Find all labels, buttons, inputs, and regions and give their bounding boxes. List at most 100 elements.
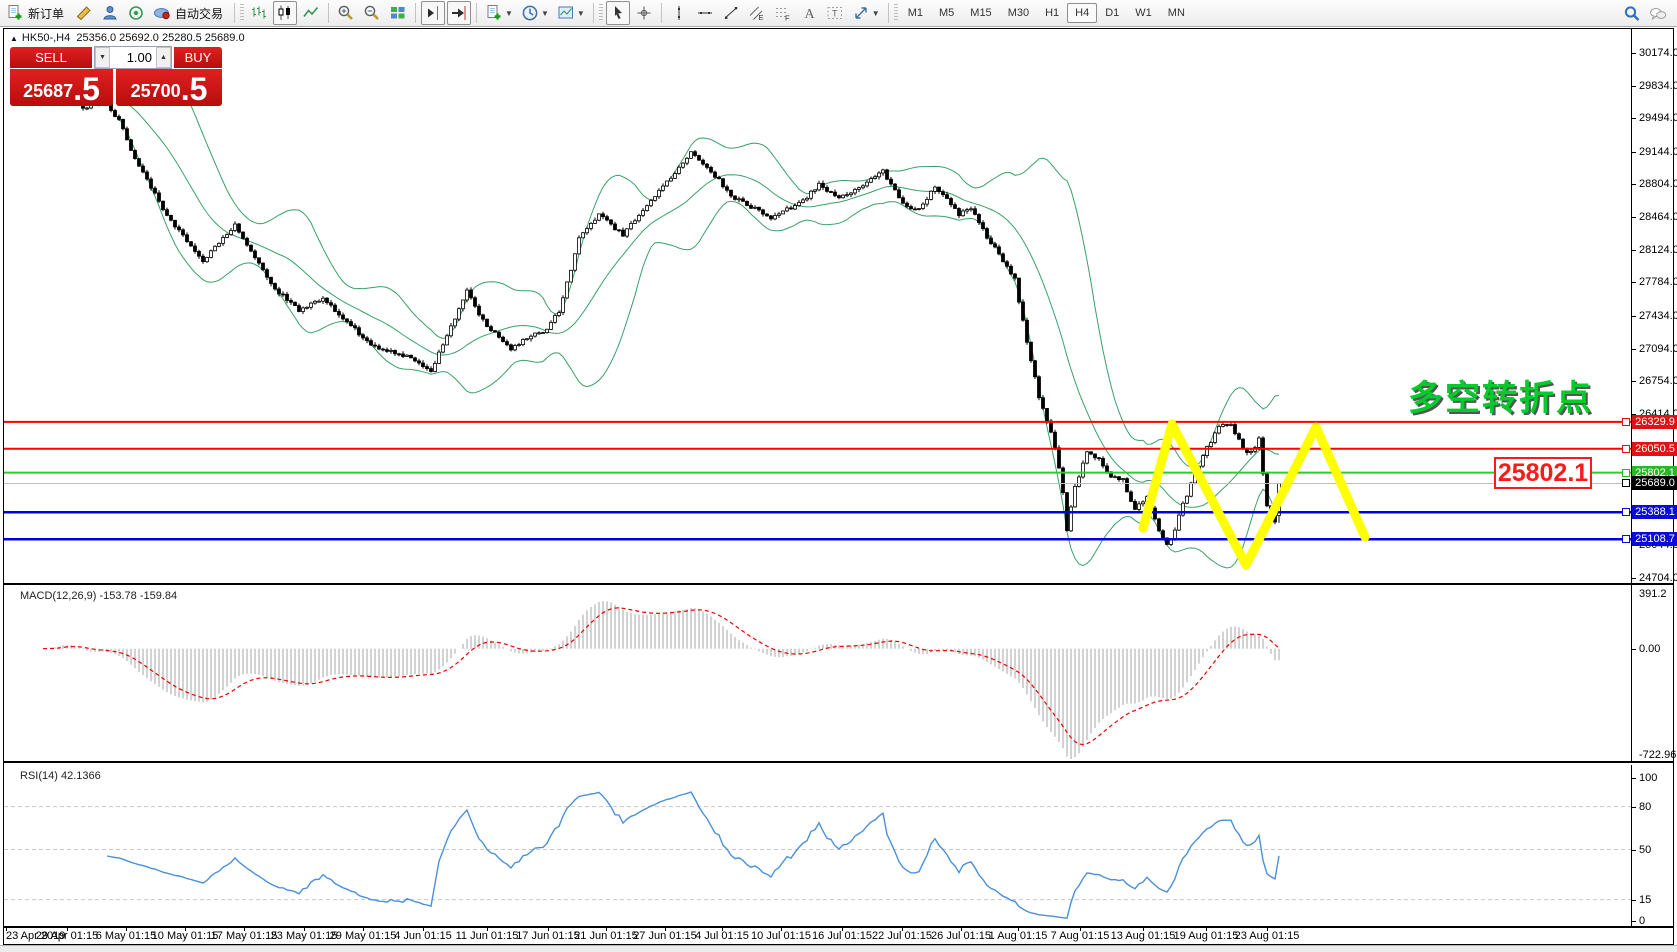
- equidistant-channel-button[interactable]: E: [745, 1, 769, 25]
- search-button[interactable]: [1620, 2, 1644, 26]
- timeframe-m1-button[interactable]: M1: [900, 3, 931, 23]
- shift-chart-icon: [424, 4, 442, 22]
- date-axis[interactable]: 23 Apr 201929 Apr 01:156 May 01:1510 May…: [4, 928, 1673, 944]
- tile-windows-button[interactable]: [386, 1, 410, 25]
- volume-decrease-button[interactable]: ▼: [95, 47, 110, 68]
- templates-button[interactable]: ▼: [554, 1, 588, 25]
- candle-body: [790, 208, 793, 209]
- toolbar-grip: [599, 4, 603, 22]
- buy-button[interactable]: BUY: [174, 47, 222, 68]
- candle-body: [978, 215, 981, 223]
- price-level-callout[interactable]: 25802.1: [1494, 457, 1592, 489]
- candle-body: [590, 223, 593, 228]
- arrows-button-dropdown-arrow[interactable]: ▼: [872, 9, 880, 18]
- timeframe-h4-button[interactable]: H4: [1067, 3, 1097, 23]
- price-chart-canvas[interactable]: [4, 29, 1631, 583]
- volume-increase-button[interactable]: ▲: [156, 47, 171, 68]
- text-label-button[interactable]: T: [823, 1, 847, 25]
- candle-body: [998, 247, 1001, 254]
- shift-end-button[interactable]: [421, 1, 445, 25]
- candle-body: [562, 298, 565, 313]
- trendline-button[interactable]: [719, 1, 743, 25]
- candle-body: [942, 192, 945, 195]
- horizontal-line-button[interactable]: [693, 1, 717, 25]
- candle-body: [610, 220, 613, 224]
- arrows-button[interactable]: ▼: [849, 1, 883, 25]
- zigzag-drawing[interactable]: [1143, 424, 1365, 565]
- candle-body: [950, 199, 953, 205]
- candle-body: [394, 350, 397, 353]
- new-order-button[interactable]: 新订单: [3, 1, 70, 25]
- new-chart-button[interactable]: ▼: [482, 1, 516, 25]
- sell-price-button[interactable]: 25687.5: [10, 69, 113, 106]
- rsi-axis-80: 80: [1639, 801, 1651, 813]
- candle-body: [750, 206, 753, 209]
- sell-button[interactable]: SELL: [10, 47, 92, 68]
- periods-button-dropdown-arrow[interactable]: ▼: [541, 9, 549, 18]
- rsi-canvas[interactable]: [4, 765, 1631, 926]
- macd-axis-min: -722.96: [1639, 749, 1676, 761]
- crosshair-button[interactable]: [632, 1, 656, 25]
- candle-body: [738, 199, 741, 200]
- chart-wizard-button[interactable]: [72, 1, 96, 25]
- candle-body: [150, 179, 153, 188]
- timeframe-mn-button[interactable]: MN: [1160, 3, 1193, 23]
- volume-input[interactable]: [110, 47, 156, 68]
- price-tick-mark: [1632, 152, 1636, 153]
- profiles-button[interactable]: [98, 1, 122, 25]
- line-chart-button[interactable]: [299, 1, 323, 25]
- bar-chart-button[interactable]: [247, 1, 271, 25]
- candle-body: [366, 338, 369, 341]
- buy-price-button[interactable]: 25700.5: [116, 69, 222, 106]
- text-button[interactable]: A: [797, 1, 821, 25]
- main-toolbar: 新订单 自动交易 ▼ ▼ ▼ EFAT ▼ M1M5M15M30H1H4D1W1MN: [0, 0, 1677, 27]
- candle-body: [262, 263, 265, 270]
- candle-body: [1002, 254, 1005, 262]
- candle-body: [586, 229, 589, 233]
- mt4-terminal: { "colors":{"panel_red":"#cf1414","level…: [0, 0, 1677, 952]
- candle-body: [1034, 361, 1037, 377]
- candle-body: [202, 256, 205, 261]
- timeframe-h1-button[interactable]: H1: [1037, 3, 1067, 23]
- templates-button-dropdown-arrow[interactable]: ▼: [577, 9, 585, 18]
- chat-button[interactable]: [1646, 2, 1670, 26]
- candle-body: [386, 350, 389, 352]
- candle-body: [186, 235, 189, 242]
- fibonacci-button[interactable]: F: [771, 1, 795, 25]
- candle-body: [1174, 530, 1177, 538]
- zoom-in-button[interactable]: [334, 1, 358, 25]
- chart-window: ▲HK50-,H4 25356.0 25692.0 25280.5 25689.…: [3, 28, 1674, 945]
- timeframe-m30-button[interactable]: M30: [1000, 3, 1037, 23]
- candle-body: [650, 200, 653, 205]
- candle-body: [458, 309, 461, 319]
- candlestick-chart-button[interactable]: [273, 1, 297, 25]
- periods-button[interactable]: ▼: [518, 1, 552, 25]
- candle-body: [1162, 531, 1165, 538]
- timeframe-w1-button[interactable]: W1: [1127, 3, 1160, 23]
- candle-body: [418, 361, 421, 363]
- candle-body: [502, 337, 505, 341]
- new-chart-button-dropdown-arrow[interactable]: ▼: [505, 9, 513, 18]
- zoom-out-button[interactable]: [360, 1, 384, 25]
- rsi-tick-mark: [1632, 921, 1636, 922]
- macd-indicator-pane[interactable]: MACD(12,26,9) -153.78 -159.84 391.20.00-…: [4, 585, 1673, 763]
- timeframe-d1-button[interactable]: D1: [1097, 3, 1127, 23]
- candle-body: [982, 223, 985, 229]
- auto-trading-button[interactable]: 自动交易: [150, 1, 229, 25]
- candle-body: [298, 306, 301, 312]
- signals-button[interactable]: [124, 1, 148, 25]
- collapse-panel-icon[interactable]: ▲: [10, 34, 18, 43]
- cursor-button[interactable]: [606, 1, 630, 25]
- candle-body: [910, 207, 913, 209]
- turning-point-annotation[interactable]: 多空转折点: [1408, 370, 1593, 421]
- macd-canvas[interactable]: [4, 585, 1631, 761]
- price-tick-label: 29494.0: [1639, 112, 1677, 124]
- vertical-line-button[interactable]: [667, 1, 691, 25]
- timeframe-m15-button[interactable]: M15: [962, 3, 999, 23]
- candle-body: [1090, 452, 1093, 454]
- timeframe-m5-button[interactable]: M5: [931, 3, 962, 23]
- rsi-indicator-pane[interactable]: RSI(14) 42.1366 1008050150: [4, 765, 1673, 928]
- price-chart-pane[interactable]: ▲HK50-,H4 25356.0 25692.0 25280.5 25689.…: [4, 29, 1673, 585]
- candle-body: [1234, 425, 1237, 434]
- auto-scroll-button[interactable]: [447, 1, 471, 25]
